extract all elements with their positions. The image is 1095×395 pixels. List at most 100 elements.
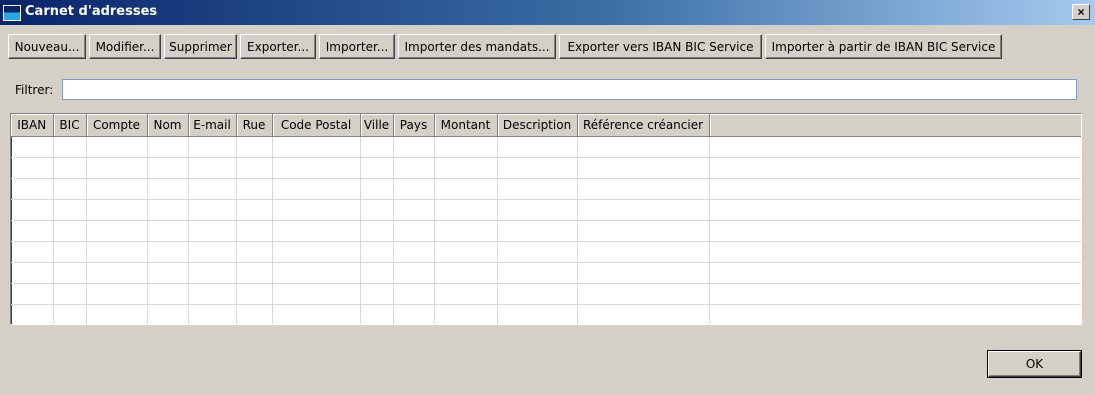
table-cell[interactable] [53,199,87,221]
table-cell[interactable] [188,241,237,263]
table-cell[interactable] [147,241,189,263]
table-cell[interactable] [497,241,578,263]
table-cell[interactable] [236,241,273,263]
table-cell[interactable] [188,262,237,284]
table-cell[interactable] [11,136,54,158]
table-cell[interactable] [434,136,498,158]
column-header-description[interactable]: Description [497,114,578,137]
table-cell[interactable] [709,136,1081,158]
table-cell[interactable] [86,304,148,324]
close-button[interactable]: × [1072,4,1090,20]
column-header-nom[interactable]: Nom [147,114,189,137]
table-cell[interactable] [236,262,273,284]
table-cell[interactable] [434,304,498,324]
table-cell[interactable] [86,262,148,284]
table-row[interactable] [11,304,1081,324]
modify-button[interactable]: Modifier... [89,34,161,59]
table-cell[interactable] [577,157,710,179]
table-cell[interactable] [360,199,394,221]
table-cell[interactable] [188,304,237,324]
table-cell[interactable] [497,283,578,305]
table-cell[interactable] [434,262,498,284]
import-mandates-button[interactable]: Importer des mandats... [398,34,556,59]
table-cell[interactable] [86,136,148,158]
table-cell[interactable] [147,283,189,305]
table-cell[interactable] [236,283,273,305]
table-cell[interactable] [434,283,498,305]
table-row[interactable] [11,220,1081,242]
table-cell[interactable] [86,178,148,200]
table-cell[interactable] [86,199,148,221]
table-row[interactable] [11,199,1081,221]
table-cell[interactable] [272,220,361,242]
table-cell[interactable] [272,199,361,221]
table-cell[interactable] [360,157,394,179]
table-cell[interactable] [393,136,435,158]
table-cell[interactable] [577,178,710,200]
table-cell[interactable] [236,199,273,221]
table-cell[interactable] [709,241,1081,263]
table-cell[interactable] [11,241,54,263]
table-cell[interactable] [434,241,498,263]
table-cell[interactable] [497,304,578,324]
table-cell[interactable] [147,157,189,179]
column-header-email[interactable]: E-mail [188,114,237,137]
table-cell[interactable] [188,178,237,200]
table-cell[interactable] [272,157,361,179]
table-cell[interactable] [393,220,435,242]
table-cell[interactable] [188,136,237,158]
table-cell[interactable] [236,178,273,200]
column-header-compte[interactable]: Compte [86,114,148,137]
table-cell[interactable] [188,220,237,242]
table-cell[interactable] [497,157,578,179]
table-cell[interactable] [709,220,1081,242]
column-header-ville[interactable]: Ville [360,114,394,137]
table-cell[interactable] [188,283,237,305]
table-cell[interactable] [434,199,498,221]
table-row[interactable] [11,241,1081,263]
table-cell[interactable] [236,304,273,324]
table-cell[interactable] [236,136,273,158]
table-cell[interactable] [272,262,361,284]
table-cell[interactable] [577,199,710,221]
table-cell[interactable] [11,199,54,221]
import-iban-bic-button[interactable]: Importer à partir de IBAN BIC Service [765,34,1002,59]
table-cell[interactable] [147,304,189,324]
table-cell[interactable] [147,262,189,284]
table-cell[interactable] [393,304,435,324]
table-cell[interactable] [497,136,578,158]
table-cell[interactable] [360,283,394,305]
column-header-bic[interactable]: BIC [53,114,87,137]
table-cell[interactable] [147,178,189,200]
table-cell[interactable] [11,262,54,284]
table-cell[interactable] [272,178,361,200]
table-cell[interactable] [272,241,361,263]
table-cell[interactable] [147,136,189,158]
table-cell[interactable] [497,220,578,242]
table-cell[interactable] [272,304,361,324]
column-header-pays[interactable]: Pays [393,114,435,137]
table-cell[interactable] [53,178,87,200]
table-cell[interactable] [11,157,54,179]
table-cell[interactable] [11,304,54,324]
export-button[interactable]: Exporter... [240,34,316,59]
table-cell[interactable] [53,304,87,324]
column-header-code-postal[interactable]: Code Postal [272,114,361,137]
table-cell[interactable] [709,178,1081,200]
table-cell[interactable] [360,178,394,200]
table-cell[interactable] [53,136,87,158]
table-cell[interactable] [236,220,273,242]
export-iban-bic-button[interactable]: Exporter vers IBAN BIC Service [559,34,762,59]
table-cell[interactable] [497,199,578,221]
table-cell[interactable] [393,283,435,305]
table-cell[interactable] [393,178,435,200]
table-cell[interactable] [53,220,87,242]
table-row[interactable] [11,262,1081,284]
ok-button[interactable]: OK [988,351,1081,377]
table-cell[interactable] [709,304,1081,324]
table-row[interactable] [11,178,1081,200]
table-cell[interactable] [86,157,148,179]
filter-input[interactable] [62,79,1077,100]
table-cell[interactable] [360,136,394,158]
new-button[interactable]: Nouveau... [8,34,86,59]
